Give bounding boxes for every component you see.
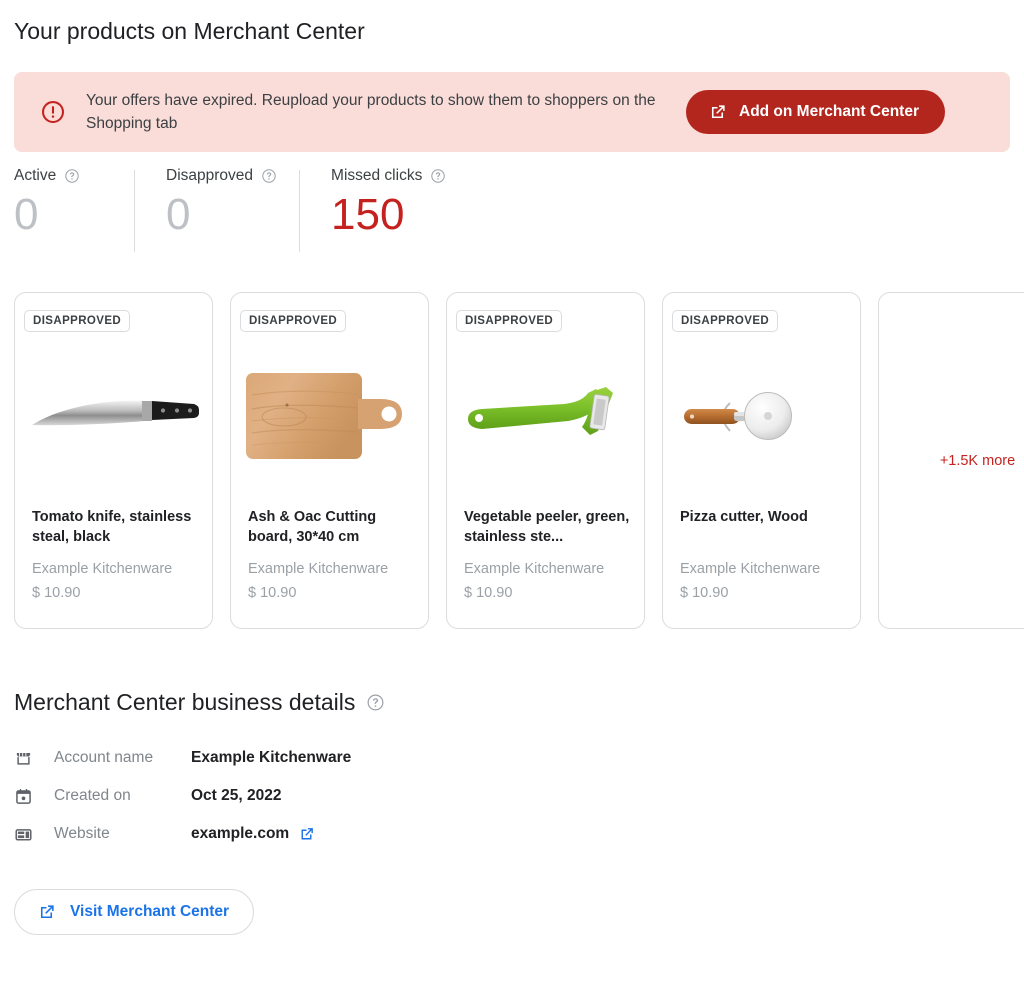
- chef-knife-image: [15, 341, 212, 491]
- product-info: Pizza cutter, Wood Example Kitchenware $…: [680, 507, 848, 603]
- product-card[interactable]: DISAPPROVED: [230, 292, 429, 629]
- product-info: Vegetable peeler, green, stainless ste..…: [464, 507, 632, 603]
- product-title: Vegetable peeler, green, stainless ste..…: [464, 509, 630, 545]
- detail-row-account-name: Account name Example Kitchenware: [14, 739, 1010, 777]
- product-card[interactable]: DISAPPROVED: [662, 292, 861, 629]
- business-details-heading: Merchant Center business details: [14, 687, 1010, 717]
- product-merchant: Example Kitchenware: [32, 561, 173, 577]
- stat-active-label: Active: [14, 167, 57, 184]
- detail-row-created-on: Created on Oct 25, 2022: [14, 777, 1010, 815]
- pizza-cutter-image: [663, 341, 860, 491]
- detail-row-website: Website example.com: [14, 815, 1010, 853]
- product-price: $ 10.90: [464, 585, 513, 601]
- product-info: Tomato knife, stainless steal, black Exa…: [32, 507, 200, 603]
- visit-merchant-center-label: Visit Merchant Center: [70, 903, 230, 920]
- product-card[interactable]: DISAPPROVED: [14, 292, 213, 629]
- stat-active-header: Active: [14, 166, 112, 186]
- more-products-label: +1.5K more: [939, 452, 1016, 469]
- product-title: Tomato knife, stainless steal, black: [32, 509, 192, 545]
- stat-active: Active 0: [14, 166, 134, 266]
- detail-value: Example Kitchenware: [191, 749, 351, 767]
- product-price: $ 10.90: [32, 585, 81, 601]
- more-products-card[interactable]: +1.5K more: [878, 292, 1024, 629]
- expired-offers-alert: Your offers have expired. Reupload your …: [14, 72, 1010, 152]
- stat-disapproved-label: Disapproved: [166, 167, 254, 184]
- external-link-icon: [37, 903, 56, 922]
- detail-label: Website: [54, 825, 110, 842]
- help-circle-icon[interactable]: [366, 693, 385, 712]
- created-on-value: Oct 25, 2022: [191, 787, 282, 804]
- web-page-icon: [14, 825, 36, 844]
- product-price: $ 10.90: [248, 585, 297, 601]
- add-on-merchant-center-label: Add on Merchant Center: [739, 103, 919, 120]
- business-details-title: Merchant Center business details: [14, 689, 356, 715]
- product-price: $ 10.90: [680, 585, 729, 601]
- product-title: Ash & Oac Cutting board, 30*40 cm: [248, 509, 377, 545]
- stat-disapproved-header: Disapproved: [166, 166, 277, 186]
- status-badge: DISAPPROVED: [456, 310, 563, 332]
- stat-disapproved-value: 0: [166, 190, 191, 239]
- merchant-center-page: Your products on Merchant Center Your of…: [0, 16, 1024, 935]
- add-on-merchant-center-button[interactable]: Add on Merchant Center: [686, 90, 945, 134]
- help-circle-icon[interactable]: [64, 168, 80, 184]
- product-merchant: Example Kitchenware: [248, 561, 389, 577]
- stat-missed-clicks-value: 150: [331, 190, 405, 239]
- product-stats: Active 0 Disapproved 0 Missed clicks 150: [14, 166, 1010, 266]
- status-badge: DISAPPROVED: [240, 310, 347, 332]
- stat-active-value: 0: [14, 190, 39, 239]
- stat-missed-clicks-label: Missed clicks: [331, 167, 423, 184]
- detail-label: Account name: [54, 749, 154, 766]
- help-circle-icon[interactable]: [430, 168, 446, 184]
- error-circle-icon: [40, 99, 66, 125]
- detail-value[interactable]: example.com: [191, 825, 315, 843]
- business-details-list: Account name Example Kitchenware Created…: [14, 739, 1010, 853]
- stat-disapproved: Disapproved 0: [134, 166, 299, 266]
- status-badge: DISAPPROVED: [24, 310, 131, 332]
- account-name-value: Example Kitchenware: [191, 749, 352, 766]
- stat-missed-clicks-header: Missed clicks: [331, 166, 446, 186]
- product-info: Ash & Oac Cutting board, 30*40 cm Exampl…: [248, 507, 416, 603]
- calendar-icon: [14, 787, 36, 806]
- help-circle-icon[interactable]: [261, 168, 277, 184]
- product-merchant: Example Kitchenware: [680, 561, 821, 577]
- vegetable-peeler-image: [447, 341, 644, 491]
- alert-message: Your offers have expired. Reupload your …: [86, 92, 656, 132]
- cutting-board-image: [231, 341, 428, 491]
- external-link-icon: [708, 103, 727, 122]
- product-card[interactable]: DISAPPROVED: [446, 292, 645, 629]
- detail-value: Oct 25, 2022: [191, 787, 281, 805]
- stat-missed-clicks: Missed clicks 150: [299, 166, 468, 266]
- page-title: Your products on Merchant Center: [14, 18, 365, 44]
- visit-merchant-center-button[interactable]: Visit Merchant Center: [14, 889, 255, 935]
- detail-label: Created on: [54, 787, 131, 804]
- product-merchant: Example Kitchenware: [464, 561, 605, 577]
- website-value[interactable]: example.com: [191, 825, 289, 843]
- storefront-icon: [14, 749, 36, 768]
- product-title: Pizza cutter, Wood: [680, 509, 808, 525]
- product-card-list: DISAPPROVED Tomato knife, stainless stea…: [14, 292, 1024, 629]
- status-badge: DISAPPROVED: [672, 310, 779, 332]
- external-link-icon[interactable]: [298, 826, 315, 843]
